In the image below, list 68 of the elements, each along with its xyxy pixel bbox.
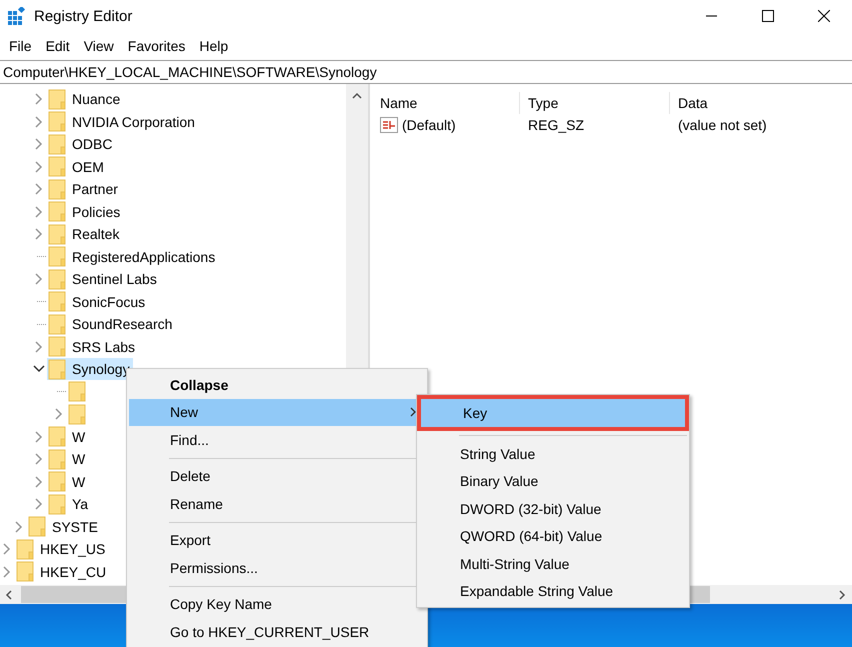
column-header[interactable]: Data <box>670 95 708 111</box>
menu-bar-item[interactable]: View <box>76 38 121 54</box>
folder-icon <box>48 314 66 335</box>
folder-icon <box>68 381 86 402</box>
folder-icon <box>48 358 66 380</box>
tree-item[interactable]: W <box>47 426 88 448</box>
document-icon <box>380 117 398 133</box>
folder-icon <box>48 246 66 268</box>
tree-item[interactable]: HKEY_US <box>15 538 108 560</box>
folder-icon <box>48 426 66 448</box>
tree-item[interactable]: W <box>47 448 88 470</box>
menu-item[interactable]: Multi-String Value <box>419 550 687 578</box>
menu-bar-item[interactable]: Edit <box>38 38 77 54</box>
menu-item[interactable]: Expandable String Value <box>419 578 687 605</box>
address-bar[interactable]: Computer\HKEY_LOCAL_MACHINE\SOFTWARE\Synology <box>0 60 852 84</box>
menu-item[interactable]: QWORD (64-bit) Value <box>419 522 687 550</box>
menu-bar-item[interactable]: Favorites <box>120 38 192 54</box>
tree-item[interactable]: SRS Labs <box>47 336 138 358</box>
folder-icon <box>48 494 66 515</box>
folder-icon <box>48 224 66 245</box>
window-title: Registry Editor <box>34 8 134 24</box>
menu-item[interactable]: Binary Value <box>419 468 687 495</box>
folder-icon <box>48 201 66 222</box>
folder-icon <box>48 111 66 132</box>
table-cell-text: (value not set) <box>677 117 767 133</box>
tree-item[interactable]: Ya <box>47 493 92 516</box>
table-cell: (Default) <box>402 117 456 133</box>
folder-icon <box>68 404 86 425</box>
tree-item[interactable]: Synology <box>47 358 133 380</box>
menu-item[interactable]: Go to HKEY_CURRENT_USER <box>129 618 425 646</box>
folder-icon <box>48 134 66 155</box>
folder-icon <box>48 178 66 200</box>
menu-bar-item[interactable]: Help <box>192 38 236 54</box>
folder-icon <box>16 538 34 560</box>
tree-item[interactable]: Sentinel Labs <box>47 268 160 290</box>
tree-item[interactable]: SoundResearch <box>47 313 176 336</box>
folder-icon <box>28 516 46 538</box>
tree-item[interactable]: RegisteredApplications <box>47 246 218 268</box>
grid-icon <box>8 7 26 25</box>
tree-item[interactable]: Policies <box>47 200 124 223</box>
folder-icon <box>48 471 66 492</box>
tree-item[interactable]: OEM <box>47 156 107 178</box>
tree-item[interactable]: Realtek <box>47 223 122 246</box>
folder-icon <box>48 336 66 358</box>
folder-icon <box>48 268 66 290</box>
column-header[interactable]: Name <box>370 92 520 114</box>
tree-item[interactable]: W <box>47 470 88 493</box>
menu-item[interactable]: String Value <box>419 440 687 468</box>
menu-item[interactable]: DWORD (32-bit) Value <box>419 495 687 522</box>
tree-item[interactable]: ODBC <box>47 133 116 156</box>
chevron-icon <box>409 406 417 418</box>
table-cell-text: REG_SZ <box>527 117 586 133</box>
tree-item[interactable]: SYSTE <box>27 516 101 538</box>
folder-icon <box>48 88 66 110</box>
folder-icon <box>16 561 34 582</box>
menu-bar-item[interactable]: File <box>2 38 39 54</box>
column-header[interactable]: Type <box>520 92 670 114</box>
close-icon <box>818 10 830 22</box>
menu-item[interactable]: Key <box>417 395 689 431</box>
maximize-icon <box>762 10 774 22</box>
folder-icon <box>48 448 66 470</box>
tree-item[interactable]: Nuance <box>47 88 124 110</box>
tree-item[interactable]: SonicFocus <box>47 290 148 313</box>
tree-item[interactable]: HKEY_CU <box>15 560 110 583</box>
folder-icon <box>48 156 66 178</box>
tree-item[interactable]: Partner <box>47 178 121 200</box>
tree-item[interactable]: NVIDIA Corporation <box>47 110 198 133</box>
folder-icon <box>48 291 66 312</box>
